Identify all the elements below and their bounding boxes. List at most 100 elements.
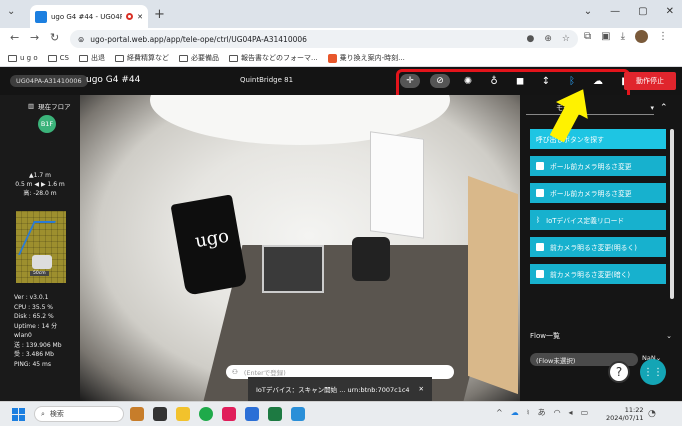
action-button[interactable]: 前カメラ明るさ変更(暗く) (530, 264, 666, 284)
minimize-icon[interactable]: — (610, 6, 620, 17)
toast-close-icon[interactable]: ✕ (419, 385, 424, 393)
camera-icon (536, 243, 544, 251)
bookmark-item[interactable]: u g o (8, 54, 38, 62)
stat-line: PING: 45 ms (14, 360, 51, 368)
search-icon: ⌕ (41, 409, 45, 418)
bookmark-item[interactable]: CS (47, 54, 69, 62)
mic-tray-icon[interactable]: ♮ (527, 408, 530, 417)
url-text: ugo-portal.web.app/app/tele-ope/ctrl/UG0… (90, 34, 307, 44)
wifi-icon[interactable]: ◠ (554, 408, 561, 417)
edit-app-icon[interactable] (291, 407, 305, 421)
help-button[interactable]: ? (608, 361, 630, 383)
outlook-icon[interactable] (245, 407, 259, 421)
taskbar-clock[interactable]: 11:22 2024/07/11 (606, 406, 643, 422)
window-controls: ⌄ — ▢ ✕ (584, 6, 674, 17)
system-tray: ^ ☁ ♮ あ ◠ ◂ ▭ (496, 407, 588, 418)
folder-icon (114, 54, 124, 62)
chrome-icon[interactable] (199, 407, 213, 421)
profile-avatar[interactable] (635, 30, 649, 43)
browser-tab[interactable]: ugo G4 #44 - UG04PA-A31... ✕ (30, 5, 148, 28)
floor-label: ▥ 現在フロア (28, 102, 71, 111)
download-icon[interactable]: ⤓ (621, 31, 625, 42)
maximize-icon[interactable]: ▢ (638, 6, 647, 17)
floor-badge[interactable]: B1F (38, 115, 56, 133)
train-site-icon (327, 53, 337, 63)
volume-icon[interactable]: ◂ (569, 408, 573, 417)
action-button[interactable]: ポール前カメラ明るさ変更 (530, 156, 666, 176)
tab-search-icon[interactable]: ⌄ (7, 6, 15, 17)
explorer-icon[interactable] (176, 407, 190, 421)
back-icon[interactable]: ← (10, 31, 19, 44)
flow-header[interactable]: Flow一覧 ⌄ (530, 331, 672, 341)
action-list-scrollbar[interactable] (670, 129, 674, 299)
stop-button[interactable]: 動作停止 (624, 72, 676, 90)
battery-tray-icon[interactable]: ▭ (581, 408, 589, 417)
bookmark-item[interactable]: 乗り換え案内-時刻... (327, 53, 405, 63)
height-range: 0.5 m ◀ ▶ 1.6 m (15, 181, 65, 188)
ime-icon[interactable]: あ (538, 407, 546, 418)
toolbar-right: ⧉ ▣ ⤓ ⋮ (584, 30, 668, 43)
bookmark-item[interactable]: 経費精算など (114, 53, 169, 63)
slack-icon[interactable] (222, 407, 236, 421)
camera-bag: ugo (170, 194, 248, 296)
height-top: ▲1.7 m (29, 172, 51, 179)
robot-id-badge: UG04PA-A31410006 (10, 75, 88, 87)
stat-line: Disk : 65.2 % (14, 313, 54, 320)
camera-whiteboard (370, 131, 424, 239)
map-scale: 50cm (30, 271, 49, 276)
action-button[interactable]: ポール前カメラ明るさ変更 (530, 183, 666, 203)
camera-icon (536, 189, 544, 197)
address-bar[interactable]: ⊜ ugo-portal.web.app/app/tele-ope/ctrl/U… (70, 30, 578, 48)
stat-line: 受 : 3.486 Mb (14, 351, 54, 358)
tab-title: ugo G4 #44 - UG04PA-A31... (51, 12, 123, 21)
action-list: 呼び出しボタンを探す ポール前カメラ明るさ変更 ポール前カメラ明るさ変更 ᛒ Io… (530, 129, 666, 291)
new-tab-button[interactable]: + (154, 7, 165, 22)
site-info-icon[interactable]: ⊜ (78, 35, 84, 44)
height-mid: 高: -28.0 m (23, 190, 57, 197)
camera-chair (352, 237, 390, 281)
camera-icon (536, 270, 544, 278)
tab-close-icon[interactable]: ✕ (137, 13, 143, 21)
folder-icon (78, 54, 88, 62)
excel-icon[interactable] (268, 407, 282, 421)
collapse-icon[interactable]: ⌃ (660, 103, 668, 113)
bookmark-item[interactable]: 必要備品 (178, 53, 219, 63)
action-button[interactable]: ᛒ IoTデバイス定義リロード (530, 210, 666, 230)
folder-icon (8, 54, 17, 62)
taskbar-search[interactable]: ⌕ 検索 (34, 406, 124, 422)
window-list-icon[interactable]: ⌄ (584, 6, 592, 17)
dropdown-icon: ▾ (650, 103, 654, 112)
close-window-icon[interactable]: ✕ (666, 6, 674, 17)
robot-name: ugo G4 #44 (86, 75, 141, 85)
chevron-down-icon: ⌄ (666, 332, 672, 340)
left-info-panel: ▥ 現在フロア B1F ▲1.7 m 0.5 m ◀ ▶ 1.6 m 高: -2… (0, 95, 80, 401)
folder-icon (47, 54, 57, 62)
camera-cart (262, 245, 324, 293)
annotation-arrow-icon (549, 89, 588, 143)
camera-view[interactable]: ugo ⚇ (Enterで登録) IoTデバイス：スキャン開始 ... urn:… (80, 95, 520, 401)
sidepanel-icon[interactable]: ▣ (601, 31, 610, 42)
bookmark-item[interactable]: 出退 (78, 53, 105, 63)
forward-icon[interactable]: → (30, 31, 39, 44)
widget-app-icon[interactable] (130, 407, 144, 421)
menu-icon[interactable]: ⋮ (658, 31, 668, 42)
taskview-icon[interactable] (153, 407, 167, 421)
mini-map[interactable]: 50cm (16, 211, 66, 283)
building-icon: ▥ (28, 102, 35, 110)
windows-start-icon[interactable] (12, 408, 25, 421)
bookmark-item[interactable]: 報告書などのフォーマ... (228, 53, 318, 63)
bookmark-star-icon[interactable]: ☆ (562, 34, 570, 44)
notification-icon[interactable]: ◔ (648, 409, 656, 419)
extension-icon[interactable]: ⧉ (584, 31, 591, 42)
favicon-icon (35, 10, 47, 23)
map-robot-icon (32, 255, 52, 269)
tray-chevron-icon[interactable]: ^ (496, 408, 503, 417)
reload-icon[interactable]: ↻ (50, 31, 59, 44)
action-button[interactable]: 前カメラ明るさ変更(明るく) (530, 237, 666, 257)
zoom-icon[interactable]: ⊕ (544, 34, 552, 44)
mic-icon[interactable]: ● (527, 34, 535, 44)
onedrive-icon[interactable]: ☁ (511, 408, 519, 417)
grid-menu-button[interactable]: ⋮⋮ (640, 359, 666, 385)
height-info: ▲1.7 m 0.5 m ◀ ▶ 1.6 m 高: -28.0 m (0, 171, 80, 198)
camera-icon (536, 162, 544, 170)
